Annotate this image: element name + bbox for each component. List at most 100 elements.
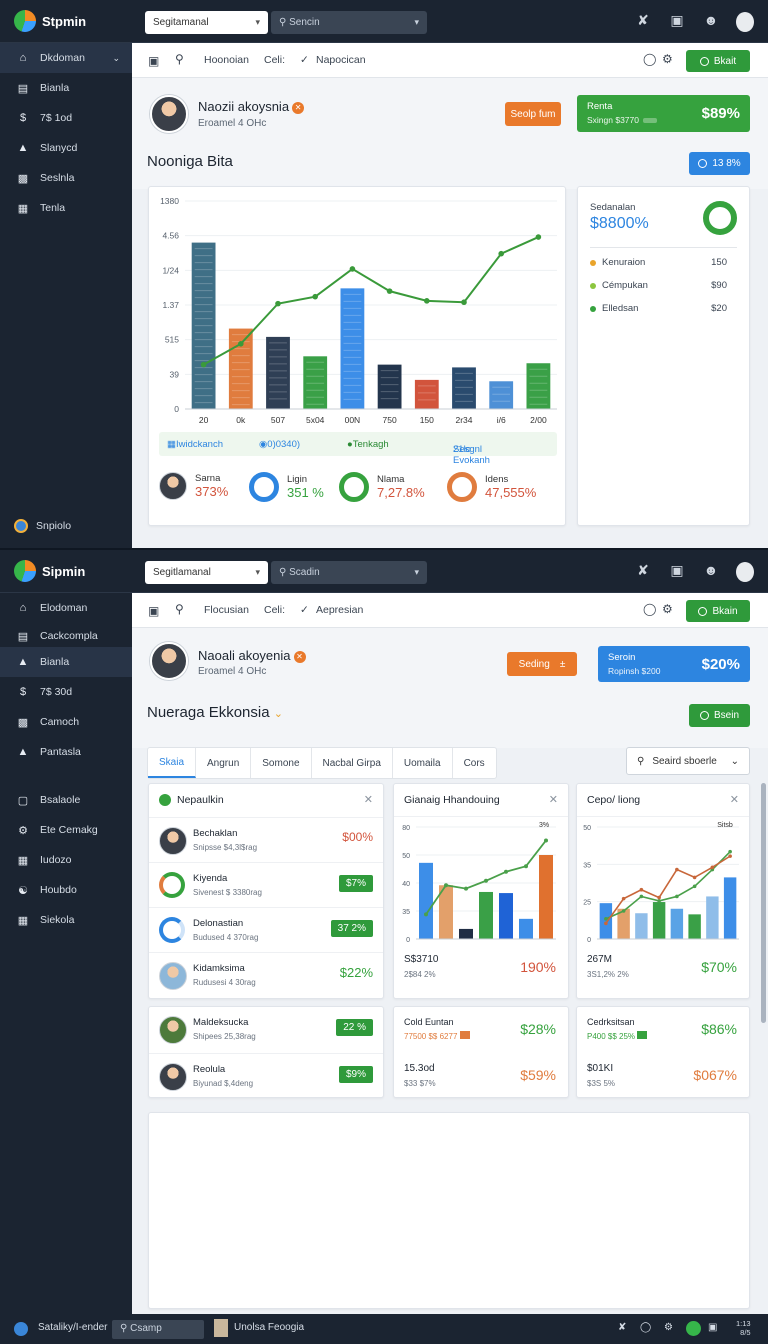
app-logo[interactable]: Sipmin <box>14 560 85 582</box>
kpi-2[interactable]: Nlama 7,27.8% <box>339 472 425 502</box>
pin-icon[interactable]: ✘ <box>634 562 652 585</box>
y-tick-label: 50 <box>583 825 591 832</box>
tab-5[interactable]: Cors <box>453 748 496 778</box>
toolbar-link-3[interactable]: Napocican <box>316 54 366 66</box>
user-icon[interactable]: ☻ <box>702 12 720 35</box>
workspace-dropdown[interactable]: Segitlamanal ▾ <box>145 561 268 584</box>
taskbar-app-label[interactable]: Unolsa Feoogia <box>234 1322 304 1333</box>
refresh-icon[interactable]: ◯ <box>643 52 656 66</box>
list-item[interactable]: Kiyenda Sivenest $ 3380rag $7% <box>149 862 383 907</box>
search-select[interactable]: ⚲ Seaird sboerle ⌄ <box>626 747 750 775</box>
list-item[interactable]: Delonastian Budused 4 370rag 37 2% <box>149 907 383 952</box>
toolbar-link-2[interactable]: Celi: <box>264 54 285 66</box>
legend-item-0[interactable]: ▦ Iwidckanch <box>167 439 223 450</box>
summary-row-0[interactable]: Kenuraion 150 <box>590 257 737 268</box>
share-icon[interactable]: ⚙ <box>662 602 673 616</box>
settings-icon[interactable] <box>736 562 754 585</box>
user-icon[interactable]: ☻ <box>702 562 720 585</box>
sidebar-item-7[interactable]: ⚙ Ete Cemakg <box>0 815 132 845</box>
toolbar-link-1[interactable]: Hoonoian <box>204 54 249 66</box>
sidebar-item-4[interactable]: ▩ Camoch <box>0 707 132 737</box>
scrollbar[interactable] <box>761 783 766 1023</box>
search-icon[interactable]: ⚲ <box>175 602 184 616</box>
sidebar-item-8[interactable]: ▦ Iudozo <box>0 845 132 875</box>
sidebar-item-3[interactable]: ▲ Slanycd <box>0 133 132 163</box>
user-avatar[interactable] <box>150 95 188 133</box>
legend-item-2[interactable]: ● Tenkagh <box>347 439 389 450</box>
sidebar-label: Bianla <box>40 82 70 94</box>
search-icon[interactable]: ⚲ <box>175 52 184 66</box>
tab-0[interactable]: Skaia <box>148 748 197 778</box>
tab-1[interactable]: Angrun <box>196 748 252 778</box>
toolbar-link-2[interactable]: Celi: <box>264 604 285 616</box>
main-area: ▣ ⚲ Flocusian Celi: ✓ Aepresian ◯ ⚙ Bkai… <box>132 593 768 1314</box>
settings-icon[interactable]: ⚙ <box>664 1322 673 1333</box>
stat-card[interactable]: Seroin Ropinsh $200 $20% <box>598 646 750 682</box>
orange-action-button[interactable]: Seding ± <box>507 652 577 676</box>
sidebar-profile[interactable]: Snpiolo <box>14 519 71 533</box>
sidebar-item-10[interactable]: ▦ Siekola <box>0 905 132 935</box>
sidebar-item-9[interactable]: ☯ Houbdo <box>0 875 132 905</box>
workspace-dropdown[interactable]: Segitamanal ▾ <box>145 11 268 34</box>
sidebar-item-0[interactable]: ⌂ Dkdoman ⌄ <box>0 43 132 73</box>
green-action-button[interactable]: Bsein <box>689 704 750 727</box>
sidebar-item-0[interactable]: ⌂ Elodoman <box>0 593 132 623</box>
start-icon[interactable] <box>14 1322 28 1336</box>
kpi-3[interactable]: Idens 47,555% <box>447 472 536 502</box>
orange-action-button[interactable]: Seolp fum <box>505 102 561 126</box>
close-icon[interactable]: ▣ <box>708 1322 717 1333</box>
app-logo[interactable]: Stpmin <box>14 10 86 32</box>
user-avatar[interactable] <box>150 642 188 680</box>
sidebar-item-4[interactable]: ▩ Seslnla <box>0 163 132 193</box>
tab-4[interactable]: Uomaila <box>393 748 453 778</box>
search-dropdown[interactable]: ⚲ Sencin ▾ <box>271 11 427 34</box>
list-item[interactable]: Bechaklan Snipsse $4,3l$rag $00% <box>149 817 383 862</box>
kpi-0[interactable]: Sarna 373% <box>159 472 228 500</box>
share-icon[interactable]: ⚙ <box>662 52 673 66</box>
tab-3[interactable]: Nacbal Girpa <box>312 748 393 778</box>
list-item[interactable]: Reolula Biyunad $,4deng $9% <box>149 1053 383 1098</box>
window-icon[interactable]: ▣ <box>668 12 686 35</box>
toolbar-primary-button[interactable]: Bkain <box>686 600 750 622</box>
sidebar-item-5[interactable]: ▦ Tenla <box>0 193 132 223</box>
pin-icon[interactable]: ✘ <box>634 12 652 35</box>
layout-icon[interactable]: ▣ <box>148 54 159 68</box>
tab-2[interactable]: Somone <box>251 748 312 778</box>
legend-item-1[interactable]: ◉ 0)0340) <box>259 439 300 450</box>
status-icon[interactable] <box>686 1321 701 1336</box>
toolbar-link-1[interactable]: Flocusian <box>204 604 249 616</box>
pin-icon[interactable]: ✘ <box>618 1322 626 1333</box>
taskbar-search[interactable]: ⚲ Csamp <box>112 1320 204 1339</box>
sidebar-item-5[interactable]: ▲ Pantasla <box>0 737 132 767</box>
refresh-icon[interactable]: ◯ <box>643 602 656 616</box>
settings-icon[interactable] <box>736 12 754 35</box>
list-item[interactable]: Kidamksima Rudusesi 4 30rag $22% <box>149 952 383 997</box>
chevron-down-icon[interactable]: ⌄ <box>274 708 283 720</box>
sidebar-item-2[interactable]: ▲ Bianla <box>0 647 132 677</box>
app-icon[interactable] <box>214 1319 228 1337</box>
sidebar-item-2[interactable]: $7$ 1od <box>0 103 132 133</box>
close-icon[interactable]: ✕ <box>292 101 305 114</box>
sidebar-item-6[interactable]: ▢ Bsalaole <box>0 785 132 815</box>
blue-badge-button[interactable]: 13 8% <box>689 152 750 175</box>
close-icon[interactable]: ✕ <box>549 793 558 806</box>
close-icon[interactable]: ✕ <box>293 650 306 663</box>
toolbar-primary-button[interactable]: Bkait <box>686 50 750 72</box>
list-item[interactable]: Maldeksucka Shipees 25,38rag 22 % <box>149 1007 383 1052</box>
window-icon[interactable]: ▣ <box>668 562 686 585</box>
series-line-point <box>444 883 448 888</box>
taskbar-start-label[interactable]: Sataliky/I-ender <box>38 1322 107 1333</box>
help-icon[interactable]: ◯ <box>640 1322 651 1333</box>
search-dropdown[interactable]: ⚲ Scadin ▾ <box>271 561 427 584</box>
layout-icon[interactable]: ▣ <box>148 604 159 618</box>
close-icon[interactable]: ✕ <box>364 793 373 806</box>
kpi-1[interactable]: Ligin 351 % <box>249 472 324 502</box>
toolbar-link-3[interactable]: Aepresian <box>316 604 363 616</box>
stat-card[interactable]: Renta Sxingn $3770 $89% <box>577 95 750 132</box>
summary-row-1[interactable]: Cémpukan $90 <box>590 280 737 291</box>
sidebar-item-1[interactable]: ▤ Bianla <box>0 73 132 103</box>
close-icon[interactable]: ✕ <box>730 793 739 806</box>
summary-row-2[interactable]: Elledsan $20 <box>590 303 737 314</box>
sidebar-item-3[interactable]: $7$ 30d <box>0 677 132 707</box>
stat-pct: $28% <box>520 1021 556 1037</box>
